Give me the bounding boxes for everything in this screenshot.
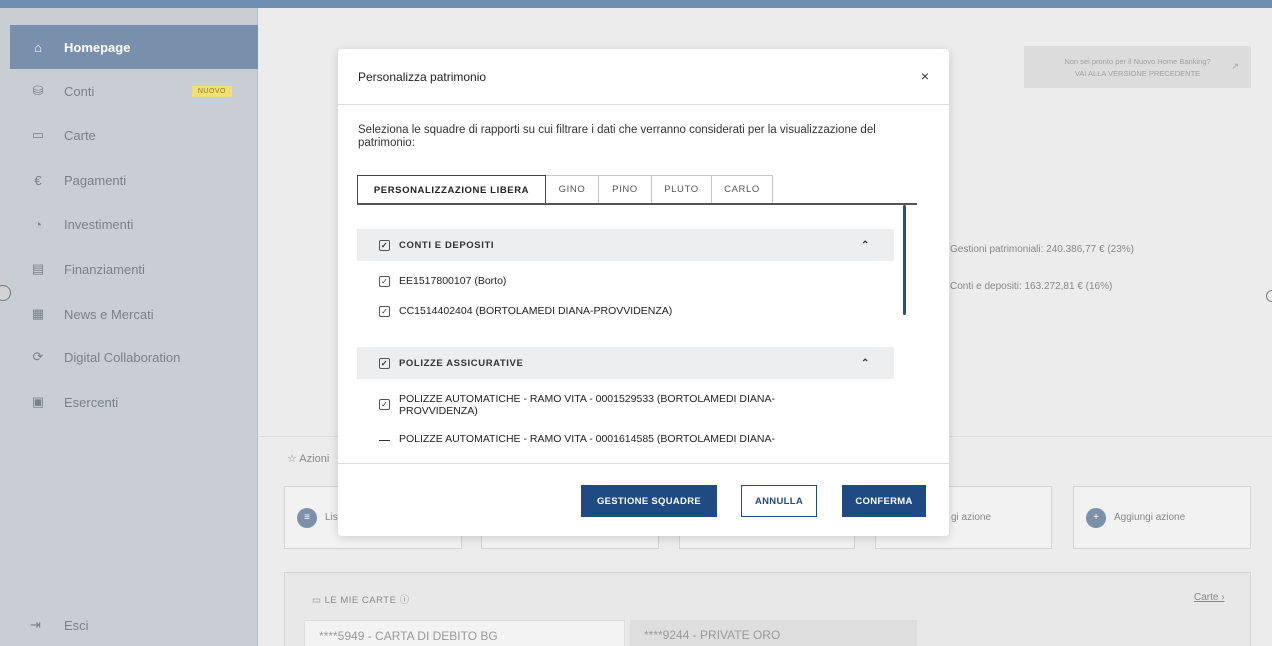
tab-gino[interactable]: GINO [546, 175, 599, 204]
news-icon: ▦ [31, 306, 45, 321]
sidebar-item-label: Pagamenti [64, 172, 127, 188]
group-label: POLIZZE ASSICURATIVE [399, 357, 524, 369]
top-bar [0, 0, 1272, 8]
sidebar-item-pagamenti[interactable]: € Pagamenti [10, 158, 258, 202]
list-item[interactable]: POLIZZE AUTOMATICHE - RAMO VITA - 000161… [379, 433, 849, 445]
gestione-squadre-button[interactable]: GESTIONE SQUADRE [581, 485, 717, 517]
sidebar-item-conti[interactable]: ⛁ Conti NUOVO [10, 69, 258, 113]
scrollbar[interactable] [903, 205, 906, 315]
external-link-icon: ↗ [1231, 61, 1239, 71]
checkbox-checked[interactable]: ✓ [379, 276, 390, 287]
old-version-label: VAI ALLA VERSIONE PRECEDENTE [1074, 69, 1201, 78]
checkbox-checked[interactable]: ✓ [379, 306, 390, 317]
card-icon: ▭ [31, 127, 45, 142]
sidebar-item-label: Carte [64, 127, 96, 143]
item-label: POLIZZE AUTOMATICHE - RAMO VITA - 000161… [399, 433, 775, 445]
home-icon: ⌂ [34, 39, 42, 55]
sidebar-item-esercenti[interactable]: ▣ Esercenti [10, 380, 258, 424]
sidebar-item-label: Homepage [64, 39, 131, 55]
sidebar-item-homepage[interactable]: ⌂ Homepage [10, 25, 258, 69]
old-version-question: Non sei pronto per il Nuovo Home Banking… [1064, 57, 1211, 66]
add-icon: + [1086, 507, 1106, 528]
action-card-add[interactable]: + Aggiungi azione [1073, 486, 1251, 549]
logout-label: Esci [64, 617, 89, 633]
sidebar-item-news[interactable]: ▦ News e Mercati [10, 292, 258, 336]
azioni-title: ☆ Azioni [287, 453, 330, 465]
sidebar-item-carte[interactable]: ▭ Carte [10, 113, 258, 157]
item-label: EE1517800107 (Borto) [399, 275, 507, 287]
close-icon[interactable]: × [921, 68, 929, 84]
sidebar-item-label: News e Mercati [64, 306, 154, 322]
list-item[interactable]: ✓ EE1517800107 (Borto) [379, 275, 849, 287]
action-label: gi azione [951, 512, 992, 523]
euro-icon: € [34, 172, 42, 188]
checkbox-indeterminate[interactable] [379, 440, 390, 441]
modal-footer: GESTIONE SQUADRE ANNULLA CONFERMA [338, 463, 949, 536]
stat-gestioni: Gestioni patrimoniali: 240.386,77 € (23%… [950, 244, 1134, 255]
group-label: CONTI E DEPOSITI [399, 239, 495, 251]
modal-description: Seleziona le squadre di rapporti su cui … [358, 124, 876, 149]
logout-item[interactable]: ⇥ Esci [10, 610, 258, 640]
squadre-list[interactable]: ✓ CONTI E DEPOSITI ⌃ ✓ EE1517800107 (Bor… [357, 217, 902, 463]
chevron-up-icon[interactable]: ⌃ [861, 240, 870, 251]
item-label: CC1514402404 (BORTOLAMEDI DIANA-PROVVIDE… [399, 305, 673, 317]
tab-personalizzazione-libera[interactable]: PERSONALIZZAZIONE LIBERA [357, 175, 546, 204]
tab-bar: PERSONALIZZAZIONE LIBERA GINO PINO PLUTO… [357, 175, 773, 204]
carte-link[interactable]: Carte › [1194, 592, 1225, 603]
database-icon: ⛁ [32, 83, 44, 98]
sidebar-item-finanziamenti[interactable]: ▤ Finanziamenti [10, 247, 258, 291]
sidebar-item-label: Digital Collaboration [64, 349, 181, 365]
chevron-up-icon[interactable]: ⌃ [861, 358, 870, 369]
group-polizze[interactable]: ✓ POLIZZE ASSICURATIVE ⌃ [357, 347, 894, 379]
action-label: Aggiungi azione [1114, 512, 1186, 523]
sidebar: ⌂ Homepage ⛁ Conti NUOVO ▭ Carte € Pagam… [0, 8, 258, 646]
handshake-icon: ⟳ [32, 349, 44, 364]
cancel-button[interactable]: ANNULLA [741, 485, 817, 517]
tab-carlo[interactable]: CARLO [712, 175, 773, 204]
checkbox-checked[interactable]: ✓ [379, 399, 390, 410]
tabs-underline [357, 203, 917, 205]
sidebar-item-label: Esercenti [64, 394, 119, 410]
modal-title: Personalizza patrimonio [358, 69, 487, 84]
carousel-handle[interactable] [1266, 290, 1272, 302]
sidebar-item-label: Finanziamenti [64, 261, 145, 277]
card-tab-1[interactable]: ****5949 - CARTA DI DEBITO BG [304, 620, 625, 646]
modal-header: Personalizza patrimonio × [338, 49, 949, 105]
tab-pino[interactable]: PINO [599, 175, 652, 204]
list-item[interactable]: ✓ POLIZZE AUTOMATICHE - RAMO VITA - 0001… [379, 393, 849, 417]
my-cards-title: ▭ LE MIE CARTE ⓘ [312, 595, 410, 606]
logout-icon: ⇥ [30, 617, 41, 632]
list-icon: ≡ [297, 507, 317, 528]
checkbox-checked[interactable]: ✓ [379, 358, 390, 369]
sidebar-item-investimenti[interactable]: ◔ Investimenti [10, 202, 258, 246]
new-badge: NUOVO [191, 85, 232, 97]
tab-pluto[interactable]: PLUTO [652, 175, 712, 204]
confirm-button[interactable]: CONFERMA [842, 485, 926, 517]
sidebar-item-label: Investimenti [64, 216, 134, 232]
money-icon: ▤ [31, 261, 45, 276]
old-version-link[interactable]: Non sei pronto per il Nuovo Home Banking… [1024, 46, 1251, 88]
checkbox-checked[interactable]: ✓ [379, 240, 390, 251]
store-icon: ▣ [31, 394, 45, 409]
pie-icon: ◔ [34, 216, 42, 232]
sidebar-item-digital-collaboration[interactable]: ⟳ Digital Collaboration [10, 335, 258, 379]
card-tab-2[interactable]: ****9244 - PRIVATE ORO [630, 620, 917, 646]
group-conti-depositi[interactable]: ✓ CONTI E DEPOSITI ⌃ [357, 229, 894, 261]
stat-conti: Conti e depositi: 163.272,81 € (16%) [950, 281, 1113, 292]
sidebar-item-label: Conti [64, 83, 95, 99]
item-label: POLIZZE AUTOMATICHE - RAMO VITA - 000152… [399, 393, 775, 417]
list-item[interactable]: ✓ CC1514402404 (BORTOLAMEDI DIANA-PROVVI… [379, 305, 849, 317]
personalizza-modal: Personalizza patrimonio × Seleziona le s… [338, 49, 949, 536]
